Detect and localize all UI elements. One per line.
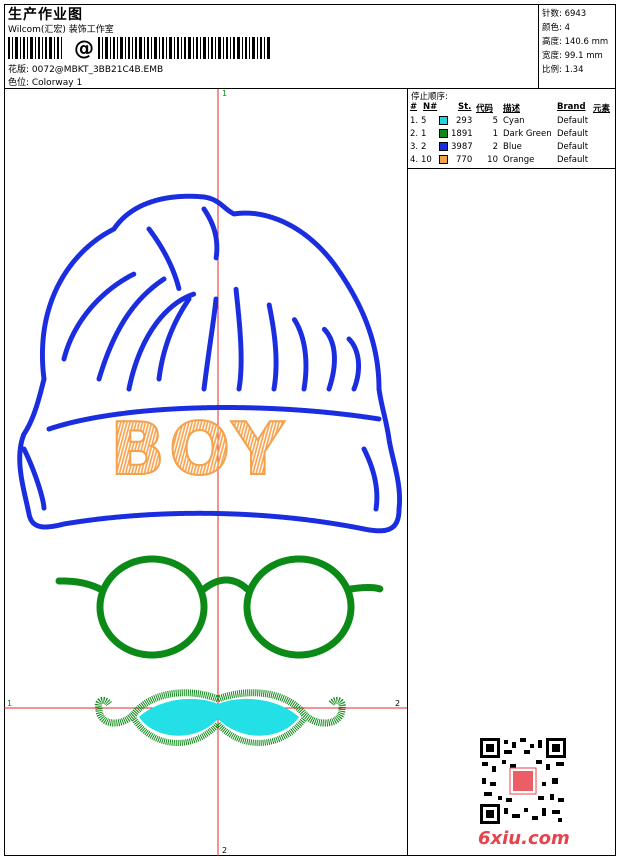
hat-boy-text: BOY bbox=[110, 407, 288, 491]
row-needle: 5 bbox=[421, 116, 427, 126]
row-code: 1 bbox=[492, 129, 498, 139]
row-stitches: 293 bbox=[456, 116, 473, 126]
colorway-label: 色位: Colorway 1 bbox=[8, 78, 83, 88]
design-scale: 比例: 1.34 bbox=[542, 65, 584, 75]
axis-label-top: 1 bbox=[222, 89, 228, 98]
row-seq: 1. bbox=[410, 116, 419, 126]
row-code: 10 bbox=[487, 155, 498, 165]
row-needle: 1 bbox=[421, 129, 427, 139]
color-swatch bbox=[439, 129, 448, 138]
row-desc: Orange bbox=[503, 155, 535, 165]
row-code: 5 bbox=[492, 116, 498, 126]
design-height: 高度: 140.6 mm bbox=[542, 37, 609, 47]
qr-code bbox=[480, 738, 566, 824]
stitch-count: 针数: 6943 bbox=[542, 9, 587, 19]
row-desc: Blue bbox=[503, 142, 522, 152]
stats-panel: 针数: 6943 颜色: 4 高度: 140.6 mm 宽度: 99.1 mm … bbox=[538, 4, 616, 88]
row-stitches: 3987 bbox=[451, 142, 473, 152]
axis-label-bottom: 2 bbox=[222, 846, 228, 855]
color-swatch bbox=[439, 116, 448, 125]
mustache bbox=[94, 689, 346, 746]
color-swatch bbox=[439, 142, 448, 151]
color-count: 颜色: 4 bbox=[542, 23, 570, 33]
design-width: 宽度: 99.1 mm bbox=[542, 51, 603, 61]
row-brand: Default bbox=[557, 116, 589, 126]
row-seq: 2. bbox=[410, 129, 419, 139]
row-seq: 4. bbox=[410, 155, 419, 165]
row-brand: Default bbox=[557, 129, 589, 139]
watermark: 6xiu.com bbox=[478, 828, 570, 849]
row-desc: Dark Green bbox=[503, 129, 552, 139]
row-brand: Default bbox=[557, 155, 589, 165]
stop-sequence-panel: 停止顺序: # N# St. 代码 描述 Brand 元素 1. 5 293 5… bbox=[408, 89, 616, 169]
col-header-code: 代码 bbox=[476, 104, 494, 114]
row-needle: 10 bbox=[421, 155, 432, 165]
col-header-element: 元素 bbox=[593, 104, 611, 114]
col-header-stitches: St. bbox=[458, 102, 472, 112]
design-file-label: 花版: 0072@MBKT_3BB21C4B.EMB bbox=[8, 65, 164, 75]
row-stitches: 1891 bbox=[451, 129, 473, 139]
row-code: 2 bbox=[492, 142, 498, 152]
svg-text:@: @ bbox=[74, 37, 94, 59]
color-swatch bbox=[439, 155, 448, 164]
axis-label-right: 2 bbox=[395, 699, 401, 708]
glasses-outline bbox=[55, 555, 384, 659]
row-seq: 3. bbox=[410, 142, 419, 152]
page-title: 生产作业图 bbox=[8, 7, 83, 23]
row-stitches: 770 bbox=[456, 155, 473, 165]
barcode: @ bbox=[8, 37, 270, 59]
col-header-brand: Brand bbox=[557, 102, 586, 112]
stop-sequence-title: 停止顺序: bbox=[411, 92, 448, 102]
axis-label-left: 1 bbox=[7, 699, 13, 708]
col-header-seq: # bbox=[410, 102, 418, 112]
design-canvas: BOY 1 2 1 2 bbox=[4, 89, 408, 856]
col-header-desc: 描述 bbox=[503, 104, 521, 114]
row-desc: Cyan bbox=[503, 116, 525, 126]
row-needle: 2 bbox=[421, 142, 427, 152]
page-subtitle: Wilcom(汇宏) 装饰工作室 bbox=[8, 25, 114, 35]
embroidery-preview: BOY bbox=[4, 89, 407, 856]
col-header-needle: N# bbox=[423, 102, 438, 112]
row-brand: Default bbox=[557, 142, 589, 152]
